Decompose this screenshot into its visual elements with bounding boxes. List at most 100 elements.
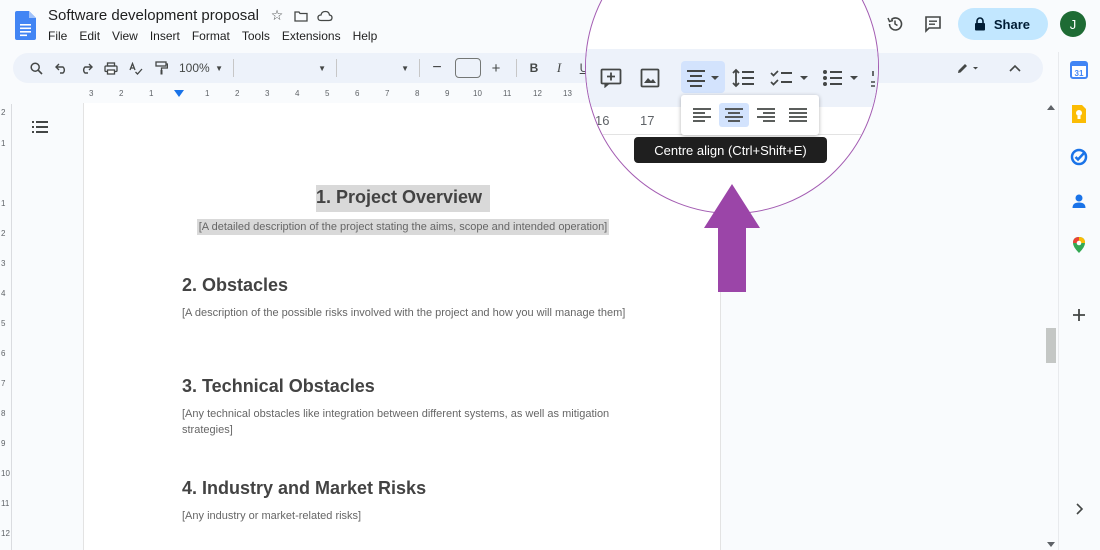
share-button[interactable]: Share — [957, 8, 1048, 40]
menu-view[interactable]: View — [112, 29, 138, 43]
document-title[interactable]: Software development proposal — [48, 7, 259, 24]
lock-icon — [974, 17, 985, 31]
indent-marker[interactable] — [174, 90, 184, 97]
font-select[interactable]: ▼ — [343, 57, 413, 79]
align-center-icon[interactable] — [685, 63, 721, 93]
checklist-icon[interactable] — [770, 63, 810, 93]
ruler-label: 12 — [1, 529, 10, 538]
section-body: [A description of the possible risks inv… — [182, 307, 626, 319]
chevron-down-icon: ▼ — [318, 63, 326, 73]
section-industry-market-risks: 4. Industry and Market Risks [Any indust… — [182, 478, 652, 524]
ruler-label: 2 — [1, 108, 6, 117]
ruler-label: 5 — [325, 89, 330, 98]
star-icon[interactable]: ☆ — [269, 7, 285, 24]
avatar[interactable]: J — [1060, 11, 1086, 37]
comments-icon[interactable] — [920, 11, 946, 37]
ruler-label: 3 — [265, 89, 270, 98]
document-outline-icon[interactable] — [32, 120, 48, 134]
increase-font-size-icon[interactable]: + — [485, 57, 507, 79]
calendar-icon[interactable]: 31 — [1070, 61, 1088, 79]
add-addon-icon[interactable] — [1070, 306, 1088, 324]
paint-format-icon[interactable] — [150, 57, 172, 79]
insert-image-icon[interactable] — [640, 63, 660, 93]
header: Software development proposal ☆ File Edi… — [0, 0, 1100, 52]
ruler-label: 9 — [1, 439, 6, 448]
toolbar-divider — [419, 59, 420, 77]
print-icon[interactable] — [100, 57, 122, 79]
version-history-icon[interactable] — [882, 11, 908, 37]
toolbar: 100% ▼ ▼ ▼ − + B I U A — [13, 53, 1043, 83]
add-comment-icon[interactable] — [600, 63, 622, 93]
bulleted-list-icon[interactable] — [822, 63, 862, 93]
tasks-icon[interactable] — [1070, 148, 1088, 166]
ruler-label: 13 — [563, 89, 572, 98]
menu-file[interactable]: File — [48, 29, 67, 43]
document-page[interactable]: 1. Project Overview [A detailed descript… — [83, 103, 721, 550]
zoom-select[interactable]: 100% ▼ — [175, 57, 227, 79]
align-left-icon[interactable] — [687, 103, 717, 127]
menu-format[interactable]: Format — [192, 29, 230, 43]
ruler-label: 2 — [1, 229, 6, 238]
align-right-icon[interactable] — [751, 103, 781, 127]
contacts-icon[interactable] — [1070, 192, 1088, 210]
menu-insert[interactable]: Insert — [150, 29, 180, 43]
tooltip: Centre align (Ctrl+Shift+E) — [634, 137, 827, 163]
ruler-label: 3 — [89, 89, 94, 98]
ruler-label: 6 — [1, 349, 6, 358]
ruler-label: 8 — [1, 409, 6, 418]
section-heading: 4. Industry and Market Risks — [182, 478, 427, 498]
scroll-up-icon[interactable] — [1047, 104, 1055, 110]
ruler-label: 9 — [445, 89, 450, 98]
ruler-label: 6 — [355, 89, 360, 98]
section-technical-obstacles: 3. Technical Obstacles [Any technical ob… — [182, 376, 652, 438]
font-size-input[interactable] — [455, 58, 481, 78]
justify-icon[interactable] — [783, 103, 813, 127]
menu-extensions[interactable]: Extensions — [282, 29, 341, 43]
zoom-value: 100% — [179, 61, 210, 75]
bold-button[interactable]: B — [523, 57, 545, 79]
section-body: [A detailed description of the project s… — [196, 219, 610, 235]
toolbar-divider — [233, 59, 234, 77]
styles-select[interactable]: ▼ — [240, 57, 330, 79]
docs-logo-icon[interactable] — [15, 11, 36, 40]
menu-help[interactable]: Help — [353, 29, 378, 43]
italic-button[interactable]: I — [548, 57, 570, 79]
ruler-label: 4 — [295, 89, 300, 98]
spellcheck-icon[interactable] — [125, 57, 147, 79]
keep-icon[interactable] — [1070, 105, 1088, 123]
ruler-label: 7 — [1, 379, 6, 388]
align-center-option-icon[interactable] — [719, 103, 749, 127]
maps-icon[interactable] — [1070, 236, 1088, 254]
ruler-label: 1 — [149, 89, 154, 98]
ruler-label: 10 — [473, 89, 482, 98]
section-heading: 1. Project Overview — [315, 185, 491, 212]
search-menus-icon[interactable] — [25, 57, 47, 79]
move-folder-icon[interactable] — [293, 8, 309, 24]
cloud-saved-icon[interactable] — [317, 8, 333, 24]
section-body: [Any industry or market-related risks] — [182, 510, 362, 522]
ruler-label: 2 — [119, 89, 124, 98]
editing-mode-icon[interactable] — [957, 57, 979, 79]
svg-text:31: 31 — [1075, 69, 1084, 78]
scroll-down-icon[interactable] — [1047, 542, 1055, 548]
toolbar-divider — [516, 59, 517, 77]
ruler-label: 10 — [1, 469, 10, 478]
expand-panel-icon[interactable] — [1070, 500, 1088, 518]
collapse-menus-icon[interactable] — [1004, 57, 1026, 79]
numbered-list-icon[interactable] — [870, 63, 878, 93]
redo-icon[interactable] — [75, 57, 97, 79]
decrease-font-size-icon[interactable]: − — [426, 57, 448, 79]
chevron-down-icon: ▼ — [401, 63, 409, 73]
menu-tools[interactable]: Tools — [242, 29, 270, 43]
arrow-up-icon — [704, 184, 760, 292]
scroll-thumb[interactable] — [1046, 328, 1056, 363]
menu-edit[interactable]: Edit — [79, 29, 100, 43]
ruler-label: 4 — [1, 289, 6, 298]
line-spacing-icon[interactable] — [732, 63, 756, 93]
vertical-scrollbar[interactable] — [1046, 104, 1056, 550]
ruler-label: 5 — [1, 319, 6, 328]
section-heading: 2. Obstacles — [182, 275, 289, 295]
undo-icon[interactable] — [50, 57, 72, 79]
vertical-ruler: 2 1 1 2 3 4 5 6 7 8 9 10 11 12 — [0, 104, 12, 550]
section-heading: 3. Technical Obstacles — [182, 376, 375, 396]
